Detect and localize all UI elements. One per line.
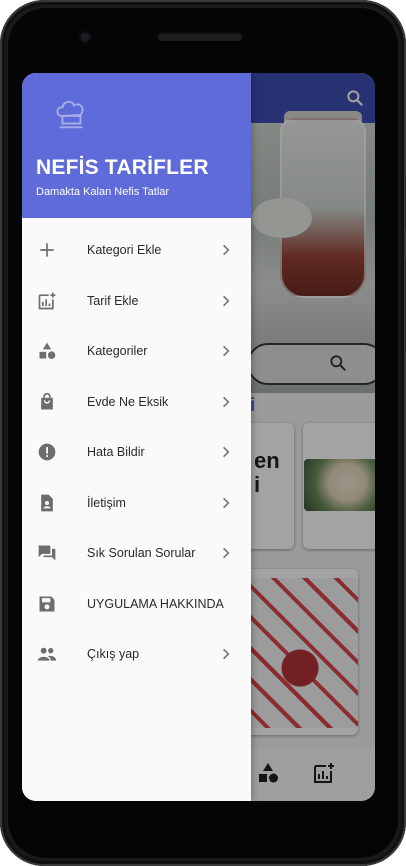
chevron-right-icon: [223, 548, 230, 559]
front-camera: [79, 31, 91, 43]
menu-item-label: İletişim: [87, 495, 126, 510]
menu-item-sik-sorulan-sorular[interactable]: Sık Sorulan Sorular: [22, 528, 251, 579]
menu-item-label: Tarif Ekle: [87, 293, 139, 308]
menu-item-kategori-ekle[interactable]: Kategori Ekle: [22, 225, 251, 276]
shopping-bag-icon: [41, 392, 53, 410]
chevron-right-icon: [223, 245, 230, 256]
menu-item-label: UYGULAMA HAKKINDA: [87, 596, 224, 611]
menu-item-evde-ne-eksik[interactable]: Evde Ne Eksik: [22, 377, 251, 428]
earpiece-speaker: [157, 32, 243, 41]
save-icon: [39, 596, 55, 612]
chevron-right-icon: [223, 447, 230, 458]
navigation-drawer: NEFİS TARİFLER Damakta Kalan Nefis Tatla…: [22, 73, 251, 801]
add-chart-icon: [38, 292, 56, 310]
menu-item-iletisim[interactable]: İletişim: [22, 478, 251, 529]
menu-item-label: Evde Ne Eksik: [87, 394, 169, 409]
error-icon: [38, 443, 56, 461]
shapes-icon: [39, 342, 56, 360]
contact-card-icon: [41, 494, 53, 512]
menu-item-hata-bildir[interactable]: Hata Bildir: [22, 427, 251, 478]
drawer-subtitle: Damakta Kalan Nefis Tatlar: [36, 186, 170, 198]
drawer-menu: Kategori Ekle Tarif Ekle Kategoriler Evd…: [22, 225, 251, 680]
menu-item-kategoriler[interactable]: Kategoriler: [22, 326, 251, 377]
chevron-right-icon: [223, 497, 230, 508]
menu-item-label: Kategori Ekle: [87, 243, 162, 258]
chevron-right-icon: [223, 346, 230, 357]
menu-item-label: Hata Bildir: [87, 445, 145, 460]
chevron-right-icon: [223, 396, 230, 407]
drawer-title: NEFİS TARİFLER: [36, 156, 209, 179]
menu-item-label: Çıkış yap: [87, 647, 140, 662]
phone-frame: eri en i: [0, 0, 406, 866]
chevron-right-icon: [223, 649, 230, 660]
menu-item-label: Sık Sorulan Sorular: [87, 546, 196, 561]
chevron-right-icon: [223, 295, 230, 306]
menu-item-cikis-yap[interactable]: Çıkış yap: [22, 629, 251, 680]
menu-item-uygulama-hakkinda[interactable]: UYGULAMA HAKKINDA: [22, 579, 251, 630]
people-icon: [37, 648, 57, 661]
forum-icon: [38, 545, 56, 561]
plus-icon: [40, 243, 54, 257]
drawer-header: NEFİS TARİFLER Damakta Kalan Nefis Tatla…: [22, 73, 251, 218]
menu-item-tarif-ekle[interactable]: Tarif Ekle: [22, 276, 251, 327]
screen: eri en i: [22, 73, 375, 801]
chef-hat-logo-icon: [56, 100, 84, 129]
menu-item-label: Kategoriler: [87, 344, 148, 359]
